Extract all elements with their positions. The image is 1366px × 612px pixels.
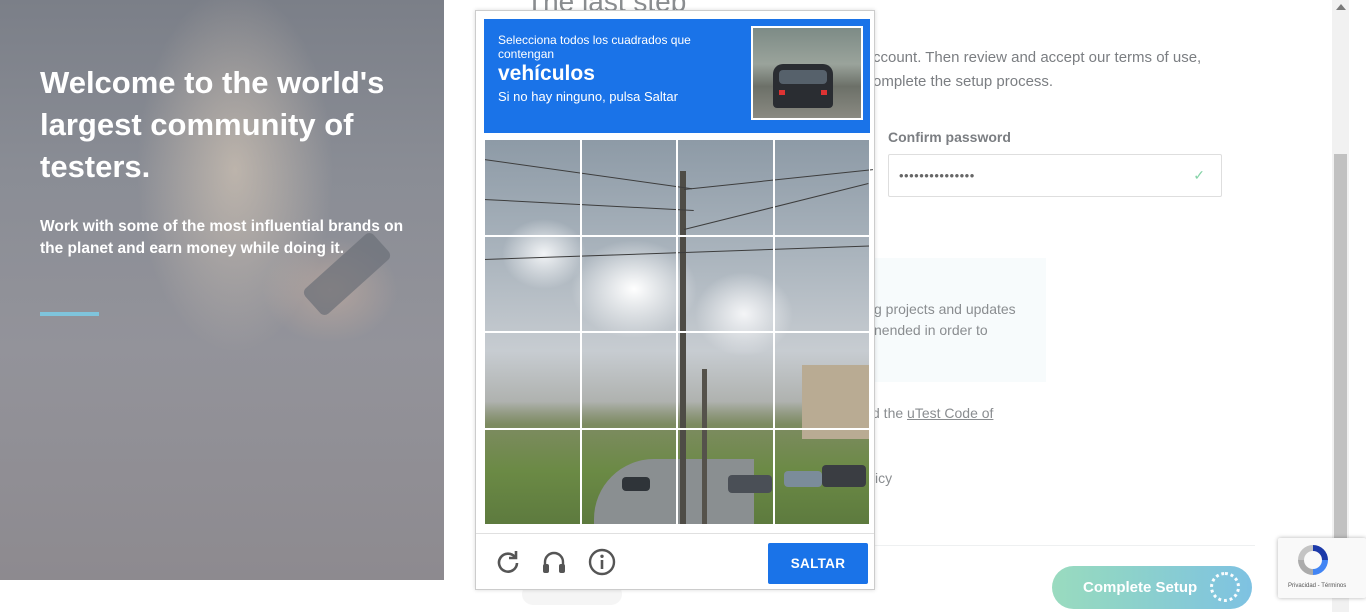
note-line: g projects and updates — [874, 301, 1016, 317]
captcha-challenge: Selecciona todos los cuadrados que conte… — [475, 10, 875, 590]
intro-line: omplete the setup process. — [873, 73, 1054, 90]
captcha-tile[interactable] — [773, 139, 870, 236]
captcha-tile[interactable] — [484, 332, 581, 429]
confirm-password-field[interactable]: ••••••••••••••• ✓ — [888, 154, 1222, 197]
captcha-hint: Si no hay ninguno, pulsa Saltar — [498, 89, 678, 104]
captcha-tile[interactable] — [580, 235, 677, 332]
captcha-tile[interactable] — [484, 139, 581, 236]
code-prefix: d the — [872, 405, 908, 421]
captcha-tile[interactable] — [773, 235, 870, 332]
code-of-conduct-line: d the uTest Code of — [872, 405, 993, 421]
sample-car — [773, 64, 833, 108]
complete-setup-label: Complete Setup — [1083, 579, 1198, 596]
info-icon[interactable] — [588, 548, 616, 576]
captcha-footer: SALTAR — [476, 533, 874, 589]
hero-panel: Welcome to the world's largest community… — [0, 0, 444, 580]
password-mask: ••••••••••••••• — [899, 168, 975, 183]
code-of-conduct-link[interactable]: uTest Code of — [907, 405, 993, 421]
captcha-tile[interactable] — [580, 139, 677, 236]
captcha-image-grid — [483, 139, 874, 525]
reload-icon[interactable] — [494, 548, 522, 576]
audio-icon[interactable] — [540, 548, 568, 576]
scroll-up-icon[interactable] — [1336, 4, 1346, 10]
intro-text: ccount. Then review and accept our terms… — [873, 46, 1233, 94]
captcha-header: Selecciona todos los cuadrados que conte… — [484, 19, 870, 133]
captcha-tile[interactable] — [677, 139, 774, 236]
recaptcha-badge[interactable]: Privacidad - Términos — [1278, 538, 1366, 598]
hero-headline: Welcome to the world's largest community… — [40, 65, 385, 184]
divider — [875, 545, 1255, 546]
captcha-sample-image — [751, 26, 863, 120]
check-icon: ✓ — [1193, 167, 1205, 183]
captcha-tile[interactable] — [773, 332, 870, 429]
captcha-tile[interactable] — [580, 332, 677, 429]
complete-setup-button[interactable]: Complete Setup — [1052, 566, 1252, 609]
captcha-tile[interactable] — [484, 235, 581, 332]
recaptcha-logo-icon — [1298, 545, 1328, 575]
hero-divider — [40, 312, 99, 316]
confirm-password-label: Confirm password — [888, 129, 1011, 145]
hero-subtext: Work with some of the most influential b… — [40, 218, 404, 257]
recaptcha-terms[interactable]: Privacidad - Términos — [1288, 583, 1346, 589]
captcha-instruction: Selecciona todos los cuadrados que conte… — [498, 33, 691, 61]
skip-button[interactable]: SALTAR — [768, 543, 868, 584]
captcha-tile[interactable] — [484, 428, 581, 525]
captcha-tile[interactable] — [677, 428, 774, 525]
captcha-target: vehículos — [498, 62, 595, 85]
captcha-tile[interactable] — [677, 235, 774, 332]
captcha-tiles — [484, 139, 870, 525]
intro-line: ccount. Then review and accept our terms… — [873, 49, 1202, 66]
scrollbar-thumb[interactable] — [1334, 154, 1347, 544]
note-line: nended in order to — [874, 322, 988, 338]
captcha-tile[interactable] — [773, 428, 870, 525]
privacy-policy-fragment[interactable]: icy — [875, 470, 892, 486]
loading-spinner-icon — [1210, 572, 1240, 602]
captcha-tile[interactable] — [580, 428, 677, 525]
captcha-tile[interactable] — [677, 332, 774, 429]
info-note: g projects and updates nended in order t… — [868, 258, 1046, 382]
